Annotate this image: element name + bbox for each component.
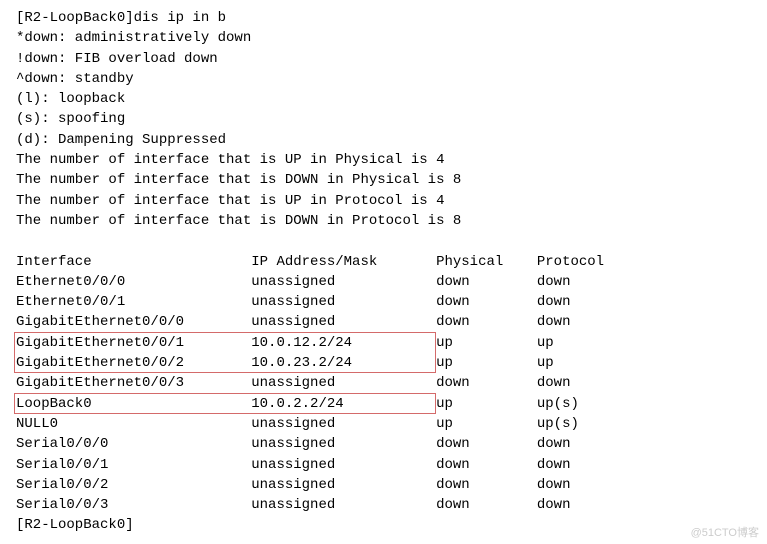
- cell-protocol: up: [537, 333, 638, 353]
- col-header-protocol: Protocol: [537, 252, 638, 272]
- table-row: GigabitEthernet0/0/3 unassigned down dow…: [16, 373, 751, 393]
- count-line: The number of interface that is DOWN in …: [16, 211, 751, 231]
- count-line: The number of interface that is UP in Pr…: [16, 191, 751, 211]
- table-row: Ethernet0/0/1 unassigned down down: [16, 292, 751, 312]
- cell-interface: LoopBack0: [16, 394, 251, 414]
- cell-ip: unassigned: [251, 312, 436, 332]
- cell-interface: Serial0/0/3: [16, 495, 251, 515]
- table-row: LoopBack0 10.0.2.2/24 up up(s): [16, 394, 751, 414]
- table-header-row: Interface IP Address/Mask Physical Proto…: [16, 252, 751, 272]
- table-row: NULL0 unassigned up up(s): [16, 414, 751, 434]
- cell-protocol: down: [537, 373, 638, 393]
- table-row: Ethernet0/0/0 unassigned down down: [16, 272, 751, 292]
- watermark-text: @51CTO博客: [691, 526, 759, 542]
- cell-protocol: down: [537, 495, 638, 515]
- table-row: Serial0/0/2 unassigned down down: [16, 475, 751, 495]
- cell-physical: up: [436, 414, 537, 434]
- cell-protocol: down: [537, 455, 638, 475]
- cell-interface: Serial0/0/2: [16, 475, 251, 495]
- cell-protocol: down: [537, 434, 638, 454]
- cell-ip: unassigned: [251, 475, 436, 495]
- cell-interface: NULL0: [16, 414, 251, 434]
- cell-protocol: down: [537, 475, 638, 495]
- cell-ip: unassigned: [251, 414, 436, 434]
- cell-interface: GigabitEthernet0/0/1: [16, 333, 251, 353]
- cell-interface: Serial0/0/1: [16, 455, 251, 475]
- prompt-command-line: [R2-LoopBack0]dis ip in b: [16, 8, 751, 28]
- col-header-ip: IP Address/Mask: [251, 252, 436, 272]
- legend-line: ^down: standby: [16, 69, 751, 89]
- cell-physical: down: [436, 292, 537, 312]
- cell-protocol: up(s): [537, 414, 638, 434]
- interface-table: Interface IP Address/Mask Physical Proto…: [16, 252, 751, 516]
- legend-line: *down: administratively down: [16, 28, 751, 48]
- cell-ip: 10.0.23.2/24: [251, 353, 436, 373]
- cell-ip: 10.0.2.2/24: [251, 394, 436, 414]
- table-row: GigabitEthernet0/0/0 unassigned down dow…: [16, 312, 751, 332]
- legend-line: (d): Dampening Suppressed: [16, 130, 751, 150]
- cell-interface: GigabitEthernet0/0/3: [16, 373, 251, 393]
- col-header-interface: Interface: [16, 252, 251, 272]
- cell-interface: Serial0/0/0: [16, 434, 251, 454]
- cell-interface: Ethernet0/0/1: [16, 292, 251, 312]
- table-row: GigabitEthernet0/0/2 10.0.23.2/24 up up: [16, 353, 751, 373]
- table-row: GigabitEthernet0/0/1 10.0.12.2/24 up up: [16, 333, 751, 353]
- table-row: Serial0/0/1 unassigned down down: [16, 455, 751, 475]
- cell-ip: 10.0.12.2/24: [251, 333, 436, 353]
- cell-ip: unassigned: [251, 455, 436, 475]
- table-row: Serial0/0/0 unassigned down down: [16, 434, 751, 454]
- cell-interface: GigabitEthernet0/0/2: [16, 353, 251, 373]
- cell-ip: unassigned: [251, 272, 436, 292]
- cell-physical: down: [436, 475, 537, 495]
- legend-line: (l): loopback: [16, 89, 751, 109]
- cell-interface: Ethernet0/0/0: [16, 272, 251, 292]
- cell-physical: up: [436, 394, 537, 414]
- count-line: The number of interface that is DOWN in …: [16, 170, 751, 190]
- table-row: Serial0/0/3 unassigned down down: [16, 495, 751, 515]
- cell-protocol: down: [537, 292, 638, 312]
- cell-physical: up: [436, 333, 537, 353]
- cell-physical: down: [436, 434, 537, 454]
- cell-protocol: down: [537, 312, 638, 332]
- cell-protocol: down: [537, 272, 638, 292]
- cell-physical: down: [436, 373, 537, 393]
- legend-line: (s): spoofing: [16, 109, 751, 129]
- cell-physical: down: [436, 312, 537, 332]
- cell-protocol: up(s): [537, 394, 638, 414]
- cell-physical: down: [436, 495, 537, 515]
- col-header-physical: Physical: [436, 252, 537, 272]
- cell-ip: unassigned: [251, 292, 436, 312]
- cell-physical: down: [436, 455, 537, 475]
- cell-ip: unassigned: [251, 434, 436, 454]
- cell-physical: down: [436, 272, 537, 292]
- cell-interface: GigabitEthernet0/0/0: [16, 312, 251, 332]
- cell-protocol: up: [537, 353, 638, 373]
- cell-ip: unassigned: [251, 495, 436, 515]
- cell-ip: unassigned: [251, 373, 436, 393]
- count-line: The number of interface that is UP in Ph…: [16, 150, 751, 170]
- cell-physical: up: [436, 353, 537, 373]
- legend-line: !down: FIB overload down: [16, 49, 751, 69]
